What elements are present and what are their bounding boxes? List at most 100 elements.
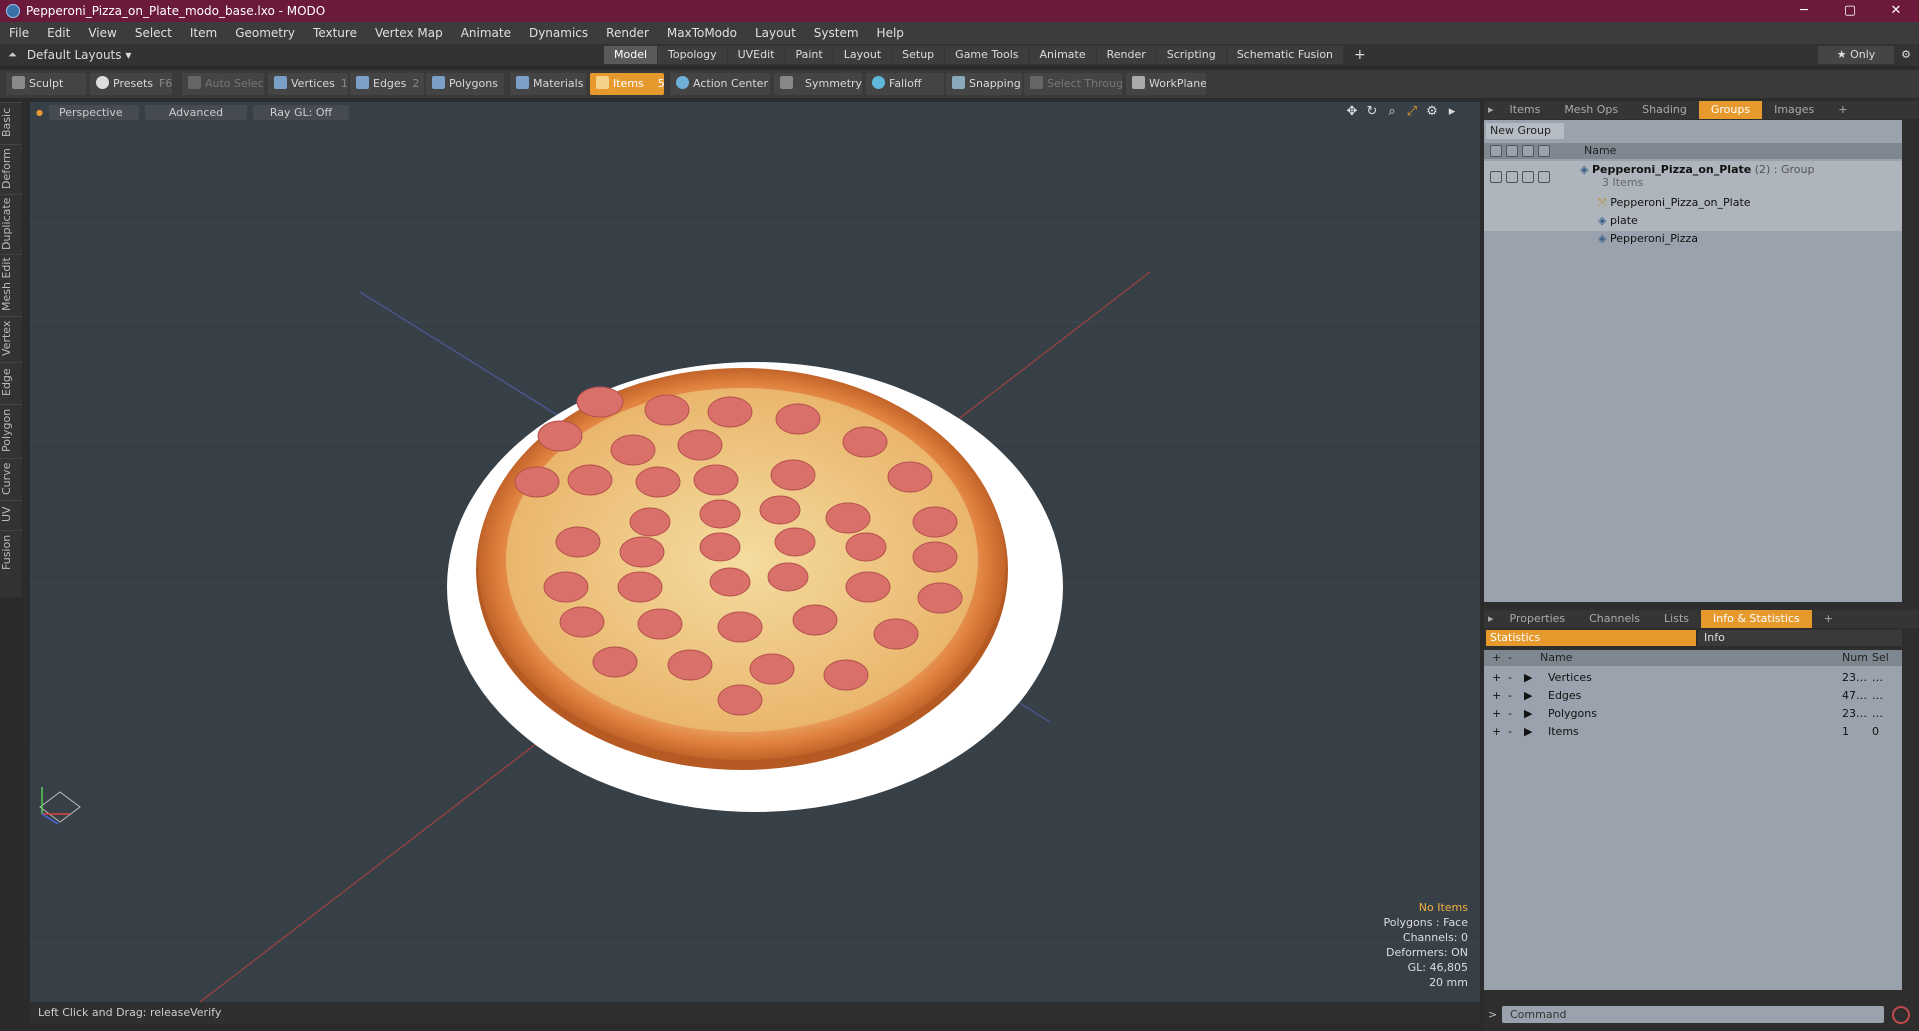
edges-button[interactable]: Edges 2 bbox=[350, 73, 424, 95]
tab-deform[interactable]: Deform bbox=[0, 144, 22, 192]
stats-row-vertices[interactable]: + - ▶ Vertices 23… … bbox=[1484, 670, 1902, 686]
tab-render[interactable]: Render bbox=[1096, 46, 1156, 64]
tab-shading[interactable]: Shading bbox=[1630, 101, 1699, 119]
tab-fusion[interactable]: Fusion bbox=[0, 530, 22, 574]
viewport-settings-icon[interactable]: ⚙ bbox=[1424, 104, 1440, 119]
menu-dynamics[interactable]: Dynamics bbox=[520, 26, 597, 40]
menu-layout[interactable]: Layout bbox=[746, 26, 805, 40]
falloff-button[interactable]: Falloff bbox=[866, 73, 944, 95]
tab-mesh-edit[interactable]: Mesh Edit bbox=[0, 254, 22, 314]
tab-channels[interactable]: Channels bbox=[1577, 610, 1652, 628]
menu-texture[interactable]: Texture bbox=[304, 26, 366, 40]
menu-system[interactable]: System bbox=[805, 26, 868, 40]
tab-topology[interactable]: Topology bbox=[658, 46, 727, 64]
add-tab-button[interactable]: + bbox=[1344, 46, 1376, 64]
rotate-icon[interactable]: ↻ bbox=[1364, 104, 1380, 119]
tab-animate[interactable]: Animate bbox=[1029, 46, 1096, 64]
visibility-toggle-icon[interactable] bbox=[1490, 171, 1502, 183]
menu-file[interactable]: File bbox=[0, 26, 38, 40]
minimize-button[interactable]: ─ bbox=[1781, 0, 1827, 22]
tab-edge[interactable]: Edge bbox=[0, 362, 22, 402]
tab-game-tools[interactable]: Game Tools bbox=[945, 46, 1029, 64]
row-add-icon[interactable]: + bbox=[1492, 707, 1501, 720]
row-add-icon[interactable]: + bbox=[1492, 671, 1501, 684]
command-input[interactable]: Command bbox=[1502, 1006, 1884, 1023]
row-expand-icon[interactable]: ▶ bbox=[1524, 707, 1532, 720]
record-icon[interactable] bbox=[1892, 1006, 1910, 1024]
tab-polygon[interactable]: Polygon bbox=[0, 404, 22, 456]
group-child-pizza[interactable]: ◈ Pepperoni_Pizza bbox=[1598, 232, 1698, 245]
lock-toggle-icon[interactable] bbox=[1522, 171, 1534, 183]
menu-view[interactable]: View bbox=[79, 26, 125, 40]
auto-select-button[interactable]: Auto Select bbox=[182, 73, 264, 95]
tab-paint[interactable]: Paint bbox=[785, 46, 833, 64]
tab-items[interactable]: Items bbox=[1498, 101, 1553, 119]
stats-row-items[interactable]: + - ▶ Items 1 0 bbox=[1484, 724, 1902, 740]
action-center-button[interactable]: Action Center bbox=[670, 73, 770, 95]
new-group-button[interactable]: New Group bbox=[1486, 123, 1564, 139]
menu-select[interactable]: Select bbox=[126, 26, 181, 40]
tab-model[interactable]: Model bbox=[604, 46, 658, 64]
sculpt-button[interactable]: Sculpt bbox=[6, 73, 86, 95]
expand-all-icon[interactable]: + bbox=[1492, 651, 1501, 664]
statistics-tab[interactable]: Statistics bbox=[1486, 630, 1696, 646]
menu-item[interactable]: Item bbox=[181, 26, 226, 40]
menu-geometry[interactable]: Geometry bbox=[226, 26, 304, 40]
tab-uv[interactable]: UV bbox=[0, 500, 22, 528]
row-remove-icon[interactable]: - bbox=[1508, 689, 1512, 702]
viewport-expand-icon[interactable]: ▸ bbox=[1444, 104, 1460, 119]
add-panel-tab-button[interactable]: + bbox=[1826, 101, 1859, 119]
snapping-button[interactable]: Snapping bbox=[946, 73, 1022, 95]
tab-duplicate[interactable]: Duplicate bbox=[0, 194, 22, 252]
row-expand-icon[interactable]: ▶ bbox=[1524, 725, 1532, 738]
pizza-model[interactable] bbox=[476, 368, 1008, 770]
row-remove-icon[interactable]: - bbox=[1508, 707, 1512, 720]
select-toggle-icon[interactable] bbox=[1538, 171, 1550, 183]
tab-basic[interactable]: Basic bbox=[0, 102, 22, 142]
tab-vertex[interactable]: Vertex bbox=[0, 316, 22, 360]
tab-images[interactable]: Images bbox=[1762, 101, 1826, 119]
materials-button[interactable]: Materials bbox=[510, 73, 586, 95]
row-remove-icon[interactable]: - bbox=[1508, 671, 1512, 684]
group-child-plate[interactable]: ◈ plate bbox=[1598, 214, 1638, 227]
group-child-locator[interactable]: ⤧ Pepperoni_Pizza_on_Plate bbox=[1598, 196, 1751, 210]
maximize-button[interactable]: ▢ bbox=[1827, 0, 1873, 22]
tab-lists[interactable]: Lists bbox=[1652, 610, 1701, 628]
close-button[interactable]: ✕ bbox=[1873, 0, 1919, 22]
polygons-button[interactable]: Polygons bbox=[426, 73, 504, 95]
tab-info-statistics[interactable]: Info & Statistics bbox=[1701, 610, 1812, 628]
default-layouts-dropdown[interactable]: Default Layouts ▾ bbox=[27, 48, 132, 62]
items-button[interactable]: Items 5 bbox=[590, 73, 664, 95]
row-remove-icon[interactable]: - bbox=[1508, 725, 1512, 738]
advanced-dropdown[interactable]: Advanced bbox=[144, 104, 247, 120]
only-button[interactable]: ★ Only bbox=[1818, 46, 1894, 64]
add-props-tab-button[interactable]: + bbox=[1812, 610, 1845, 628]
menu-render[interactable]: Render bbox=[597, 26, 658, 40]
group-root[interactable]: ◈ Pepperoni_Pizza_on_Plate (2) : Group bbox=[1580, 163, 1815, 176]
tab-curve[interactable]: Curve bbox=[0, 458, 22, 498]
layout-arrow-icon[interactable]: ⏶ bbox=[8, 48, 17, 62]
render-toggle-icon[interactable] bbox=[1506, 171, 1518, 183]
collapse-all-icon[interactable]: - bbox=[1508, 651, 1512, 664]
stats-row-polygons[interactable]: + - ▶ Polygons 23… … bbox=[1484, 706, 1902, 722]
row-expand-icon[interactable]: ▶ bbox=[1524, 689, 1532, 702]
menu-vertex-map[interactable]: Vertex Map bbox=[366, 26, 452, 40]
tab-layout[interactable]: Layout bbox=[833, 46, 892, 64]
menu-edit[interactable]: Edit bbox=[38, 26, 79, 40]
row-expand-icon[interactable]: ▶ bbox=[1524, 671, 1532, 684]
3d-viewport[interactable]: ● Perspective Advanced Ray GL: Off ✥ ↻ ⌕… bbox=[30, 102, 1480, 1002]
select-through-button[interactable]: Select Through bbox=[1024, 73, 1122, 95]
panel-menu-icon[interactable]: ▸ bbox=[1484, 101, 1498, 119]
zoom-icon[interactable]: ⌕ bbox=[1384, 104, 1400, 119]
pan-icon[interactable]: ✥ bbox=[1344, 104, 1360, 119]
menu-help[interactable]: Help bbox=[868, 26, 913, 40]
workplane-button[interactable]: WorkPlane bbox=[1126, 73, 1206, 95]
maximize-view-icon[interactable]: ⤢ bbox=[1404, 104, 1420, 119]
tab-properties[interactable]: Properties bbox=[1498, 610, 1578, 628]
tab-setup[interactable]: Setup bbox=[892, 46, 945, 64]
tab-uvedit[interactable]: UVEdit bbox=[727, 46, 785, 64]
row-add-icon[interactable]: + bbox=[1492, 725, 1501, 738]
stats-row-edges[interactable]: + - ▶ Edges 47… … bbox=[1484, 688, 1902, 704]
tab-groups[interactable]: Groups bbox=[1698, 101, 1763, 119]
menu-maxtomodo[interactable]: MaxToModo bbox=[658, 26, 746, 40]
